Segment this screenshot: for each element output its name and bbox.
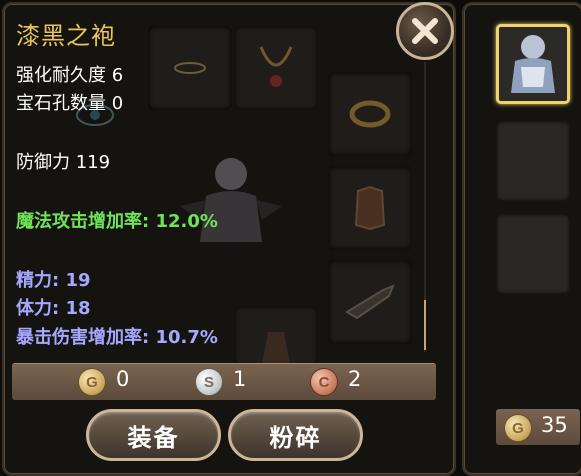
shatter-button-label: 粉碎 [269,423,322,452]
enhance-durability-stat: 强化耐久度 6 [16,65,124,86]
side-gold-count: 35 [541,413,568,437]
ring-icon [349,100,391,128]
shatter-button[interactable]: 粉碎 [228,409,363,461]
necklace-icon [259,46,293,87]
character-silhouette [180,158,282,242]
gold-count: 0 [116,367,130,391]
bracelet-icon [174,62,206,74]
equipment-slot[interactable] [328,260,412,344]
magic-attack-rate-stat: 魔法攻击增加率: 12.0% [16,211,218,232]
side-slot-empty[interactable] [496,121,570,201]
close-icon [412,18,438,44]
equipment-slot[interactable] [234,26,318,110]
copper-coin-icon: C [310,368,338,396]
side-gold-coin-icon: G [504,414,532,442]
currency-bar [12,363,436,400]
close-button[interactable] [396,2,454,60]
item-name: 漆黑之袍 [16,22,116,50]
armor-icon [354,185,386,231]
silver-count: 1 [233,367,247,391]
side-slot-selected[interactable] [496,24,570,104]
equip-button[interactable]: 装备 [86,409,221,461]
stamina-stat: 体力: 18 [16,298,91,319]
equipment-slot[interactable] [328,166,412,250]
side-slot-empty[interactable] [496,214,570,294]
scroll-thumb[interactable] [424,300,426,350]
copper-count: 2 [348,367,362,391]
spirit-stat: 精力: 19 [16,270,91,291]
gold-coin-icon: G [78,368,106,396]
robe-icon [262,332,290,364]
armor-item-icon [511,35,555,93]
weapon-icon [345,284,395,320]
equipment-slot[interactable] [148,26,232,110]
equipment-slot[interactable] [328,72,412,156]
crit-damage-rate-stat: 暴击伤害增加率: 10.7% [16,327,218,348]
defense-stat: 防御力 119 [16,152,111,173]
silver-coin-icon: S [195,368,223,396]
gem-socket-stat: 宝石孔数量 0 [16,93,124,114]
equip-button-label: 装备 [127,423,180,452]
